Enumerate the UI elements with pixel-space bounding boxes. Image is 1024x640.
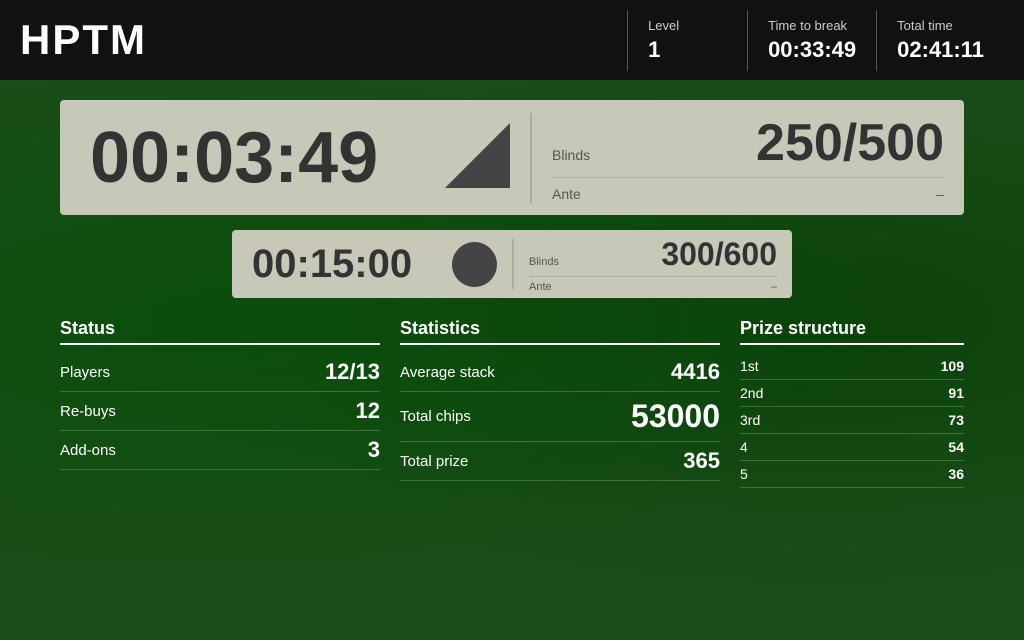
prize-place: 5	[740, 466, 748, 482]
prize-row: 3rd 73	[740, 407, 964, 434]
addons-label: Add-ons	[60, 442, 116, 459]
prize-row: 4 54	[740, 434, 964, 461]
time-to-break-value: 00:33:49	[768, 37, 856, 63]
prize-place: 3rd	[740, 412, 760, 428]
prize-value: 109	[941, 358, 964, 374]
next-timer-divider	[512, 239, 514, 289]
next-blinds-value: 300/600	[661, 236, 777, 273]
main-blinds-row: Blinds 250/500	[552, 113, 944, 178]
next-blinds-info: Blinds 300/600 Ante –	[529, 236, 792, 293]
prize-rows: 1st 109 2nd 91 3rd 73 4 54 5 36	[740, 353, 964, 488]
status-panel-title: Status	[60, 318, 380, 345]
statistics-panel-title: Statistics	[400, 318, 720, 345]
prize-row: 5 36	[740, 461, 964, 488]
app-logo: HPTM	[20, 16, 627, 64]
total-chips-value: 53000	[631, 398, 720, 435]
prize-row: 2nd 91	[740, 380, 964, 407]
main-blinds-value: 250/500	[756, 113, 944, 173]
time-to-break-stat: Time to break 00:33:49	[747, 10, 876, 71]
next-ante-value: –	[771, 281, 777, 293]
prize-value: 36	[948, 466, 964, 482]
avg-stack-value: 4416	[671, 359, 720, 385]
total-chips-label: Total chips	[400, 408, 471, 425]
next-timer-card: 00:15:00 Blinds 300/600 Ante –	[232, 230, 792, 298]
avg-stack-label: Average stack	[400, 364, 495, 381]
status-panel: Status Players 12/13 Re-buys 12 Add-ons …	[60, 318, 380, 488]
next-ante-label: Ante	[529, 281, 552, 293]
main-ante-label: Ante	[552, 186, 581, 202]
level-label: Level	[648, 18, 727, 33]
main-blinds-info: Blinds 250/500 Ante –	[552, 113, 964, 202]
prize-structure-title: Prize structure	[740, 318, 964, 345]
time-to-break-label: Time to break	[768, 18, 856, 33]
prize-place: 2nd	[740, 385, 763, 401]
level-stat: Level 1	[627, 10, 747, 71]
header: HPTM Level 1 Time to break 00:33:49 Tota…	[0, 0, 1024, 80]
main-content: 00:03:49 Blinds 250/500 Ante – 00:15:00 …	[0, 80, 1024, 508]
prize-value: 73	[948, 412, 964, 428]
total-chips-row: Total chips 53000	[400, 392, 720, 442]
main-timer-display: 00:03:49	[60, 117, 440, 199]
rebuys-row: Re-buys 12	[60, 392, 380, 431]
header-stats: Level 1 Time to break 00:33:49 Total tim…	[627, 10, 1004, 71]
total-prize-value: 365	[683, 448, 720, 474]
prize-value: 91	[948, 385, 964, 401]
timer-corner-icon	[440, 123, 510, 193]
statistics-panel: Statistics Average stack 4416 Total chip…	[400, 318, 720, 488]
total-time-value: 02:41:11	[897, 37, 984, 63]
timer-divider	[530, 113, 532, 203]
total-time-label: Total time	[897, 18, 984, 33]
players-value: 12/13	[325, 359, 380, 385]
next-blinds-label: Blinds	[529, 256, 559, 268]
rebuys-label: Re-buys	[60, 403, 116, 420]
total-time-stat: Total time 02:41:11	[876, 10, 1004, 71]
level-value: 1	[648, 37, 727, 63]
next-timer-circle-icon	[452, 242, 497, 287]
players-row: Players 12/13	[60, 353, 380, 392]
total-prize-label: Total prize	[400, 453, 468, 470]
addons-row: Add-ons 3	[60, 431, 380, 470]
prize-place: 4	[740, 439, 748, 455]
addons-value: 3	[368, 437, 380, 463]
prize-row: 1st 109	[740, 353, 964, 380]
main-ante-row: Ante –	[552, 186, 944, 202]
bottom-panels: Status Players 12/13 Re-buys 12 Add-ons …	[60, 318, 964, 488]
next-timer-display: 00:15:00	[232, 242, 452, 287]
main-blinds-label: Blinds	[552, 147, 590, 163]
rebuys-value: 12	[356, 398, 380, 424]
avg-stack-row: Average stack 4416	[400, 353, 720, 392]
total-prize-row: Total prize 365	[400, 442, 720, 481]
prize-place: 1st	[740, 358, 759, 374]
main-timer-card: 00:03:49 Blinds 250/500 Ante –	[60, 100, 964, 215]
prize-structure-panel: Prize structure 1st 109 2nd 91 3rd 73 4 54 5 36	[740, 318, 964, 488]
players-label: Players	[60, 364, 110, 381]
prize-value: 54	[948, 439, 964, 455]
main-ante-value: –	[936, 186, 944, 202]
